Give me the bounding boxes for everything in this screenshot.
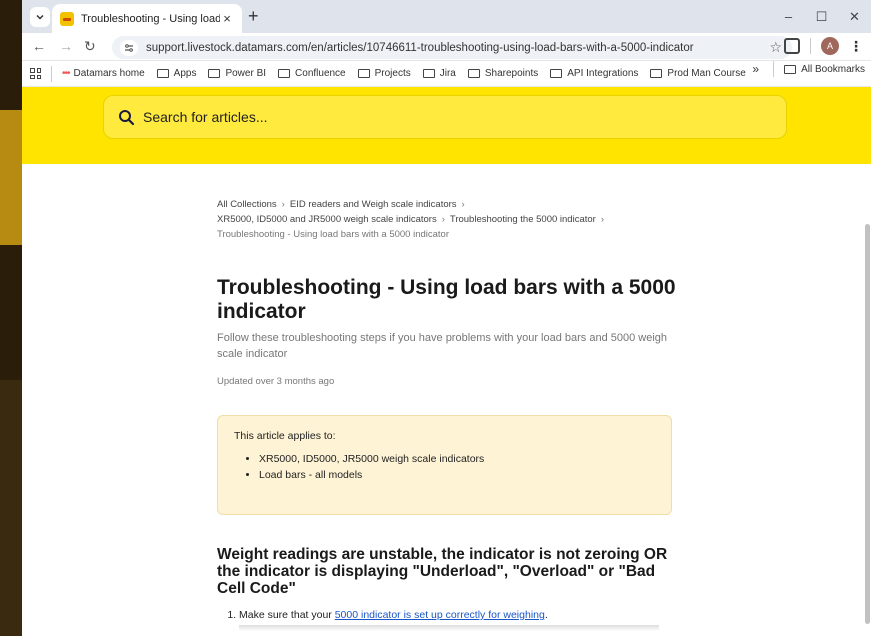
page-scrollbar[interactable] (864, 164, 871, 636)
article: All Collections › EID readers and Weigh sc… (217, 197, 677, 631)
datamars-logo-icon: ••• (62, 68, 70, 79)
article-search-input[interactable]: Search for articles... (103, 95, 787, 139)
browser-toolbar: ← → ↻ support.livestock.datamars.com/en/… (22, 33, 871, 61)
breadcrumb-weigh-scale-indicators[interactable]: XR5000, ID5000 and JR5000 weigh scale in… (217, 214, 437, 225)
bookmark-folder-prod-man-course[interactable]: Prod Man Course (650, 68, 746, 79)
steps-list: Make sure that your 5000 indicator is se… (217, 609, 677, 621)
list-item: Make sure that your 5000 indicator is se… (239, 609, 677, 621)
folder-icon (357, 69, 370, 78)
updated-timestamp: Updated over 3 months ago (217, 376, 335, 387)
extensions-icon[interactable] (784, 38, 800, 54)
all-bookmarks-label: All Bookmarks (801, 63, 865, 75)
breadcrumb: All Collections › EID readers and Weigh sc… (217, 199, 604, 240)
profile-avatar[interactable]: A (821, 37, 839, 55)
folder-icon (467, 69, 480, 78)
bookmark-label: Datamars home (73, 68, 145, 79)
breadcrumb-all-collections[interactable]: All Collections (217, 199, 277, 210)
bookmark-label: Apps (173, 68, 197, 79)
folder-icon (550, 69, 563, 78)
article-subtitle: Follow these troubleshooting steps if yo… (217, 332, 668, 360)
bookmark-folder-projects[interactable]: Projects (357, 68, 411, 79)
forward-arrow-icon[interactable]: → (59, 38, 73, 54)
search-icon (119, 109, 135, 125)
bookmark-star-icon[interactable]: ☆ (769, 39, 782, 56)
bookmark-folder-apps[interactable]: Apps (156, 68, 197, 79)
search-placeholder: Search for articles... (143, 109, 268, 125)
setup-guide-link[interactable]: 5000 indicator is set up correctly for w… (335, 609, 545, 621)
bookmark-label: Power BI (225, 68, 267, 79)
desktop-background (0, 0, 22, 636)
cut-off-text (239, 625, 659, 631)
bookmark-label: API Integrations (567, 68, 639, 79)
address-bar[interactable]: support.livestock.datamars.com/en/articl… (112, 36, 792, 59)
list-item: XR5000, ID5000, JR5000 weigh scale indic… (259, 451, 655, 467)
site-favicon-icon (60, 11, 74, 26)
section-heading: Weight readings are unstable, the indica… (217, 546, 668, 597)
breadcrumb-troubleshooting[interactable]: Troubleshooting the 5000 indicator (450, 214, 596, 225)
chevron-down-icon (36, 14, 44, 20)
applies-to-list: XR5000, ID5000, JR5000 weigh scale indic… (234, 451, 655, 483)
callout-lead: This article applies to: (234, 430, 336, 442)
site-info-icon[interactable] (120, 39, 138, 56)
folder-icon (278, 69, 291, 78)
folder-icon (422, 69, 435, 78)
bookmarks-bar: ••• Datamars home Apps Power BI Confluenc… (22, 61, 871, 87)
window-controls: – ☐ ✕ (772, 0, 871, 33)
tab-title: Troubleshooting - Using load b (81, 12, 220, 25)
folder-icon (208, 69, 221, 78)
tab-search-button[interactable] (30, 7, 50, 27)
folder-icon (784, 64, 797, 74)
bookmark-label: Jira (439, 68, 456, 79)
tab-strip: Troubleshooting - Using load b × + – ☐ ✕ (22, 0, 871, 33)
applies-to-callout: This article applies to: XR5000, ID5000,… (217, 415, 672, 515)
menu-kebab-icon[interactable]: ⋮ (849, 38, 863, 55)
bookmark-label: Sharepoints (484, 68, 539, 79)
bookmark-folder-confluence[interactable]: Confluence (278, 68, 346, 79)
bookmark-folder-sharepoints[interactable]: Sharepoints (467, 68, 539, 79)
scrollbar-thumb[interactable] (865, 224, 870, 624)
header-banner: Search for articles... (22, 87, 871, 164)
bookmarks-overflow-button[interactable]: » (752, 62, 759, 76)
page-content: Search for articles... All Collections › E… (22, 87, 871, 636)
list-item: Load bars - all models (259, 467, 655, 483)
tab-active[interactable]: Troubleshooting - Using load b × (52, 4, 242, 33)
maximize-button[interactable]: ☐ (805, 0, 838, 33)
breadcrumb-eid-readers[interactable]: EID readers and Weigh scale indicators (290, 199, 457, 210)
toolbar-actions: A ⋮ (784, 37, 863, 55)
apps-grid-icon[interactable] (30, 68, 41, 79)
reload-icon[interactable]: ↻ (84, 38, 96, 55)
bookmark-label: Confluence (295, 68, 346, 79)
close-window-button[interactable]: ✕ (838, 0, 871, 33)
browser-window: Troubleshooting - Using load b × + – ☐ ✕… (22, 0, 871, 636)
bookmark-datamars-home[interactable]: ••• Datamars home (62, 68, 145, 79)
page-title: Troubleshooting - Using load bars with a… (217, 276, 676, 323)
all-bookmarks-button[interactable]: All Bookmarks (784, 64, 865, 75)
bookmark-label: Projects (374, 68, 411, 79)
tab-close-icon[interactable]: × (220, 11, 234, 26)
folder-icon (156, 69, 169, 78)
back-arrow-icon[interactable]: ← (32, 38, 46, 54)
new-tab-button[interactable]: + (248, 7, 259, 25)
folder-icon (650, 69, 663, 78)
bookmark-label: Prod Man Course (667, 68, 746, 79)
minimize-button[interactable]: – (772, 0, 805, 33)
bookmark-folder-power-bi[interactable]: Power BI (208, 68, 266, 79)
url-text: support.livestock.datamars.com/en/articl… (146, 41, 694, 54)
bookmark-folder-api-integrations[interactable]: API Integrations (550, 68, 638, 79)
step-text-end: . (544, 609, 548, 621)
bookmark-folder-jira[interactable]: Jira (422, 68, 456, 79)
breadcrumb-current: Troubleshooting - Using load bars with a… (217, 229, 450, 240)
bookmarks-bar-right: » All Bookmarks (752, 61, 865, 77)
step-text: Make sure that your (239, 609, 335, 621)
